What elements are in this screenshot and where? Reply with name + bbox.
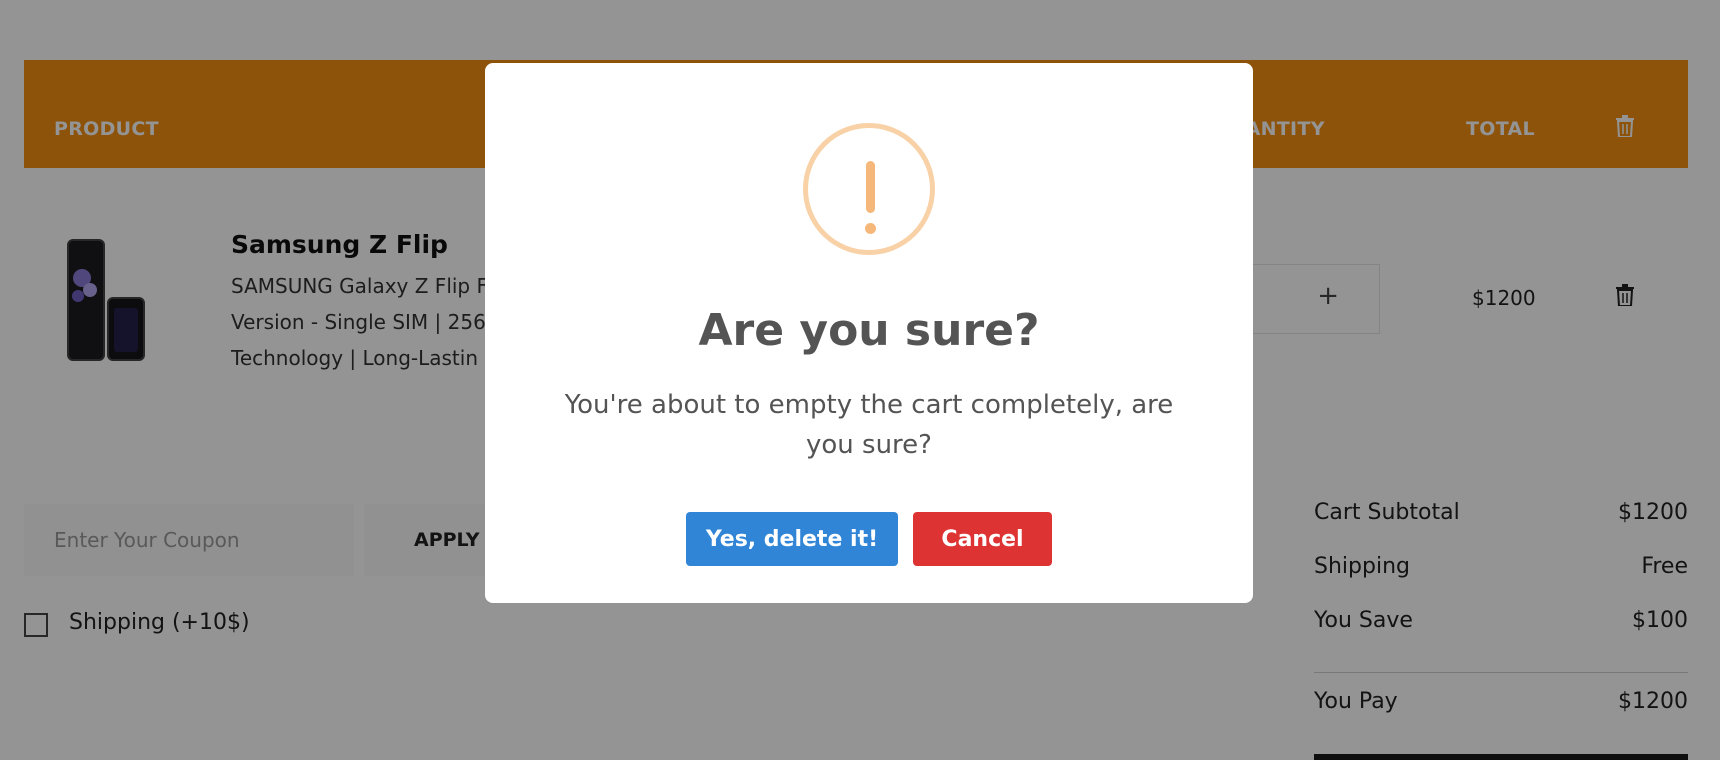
- warning-icon: [803, 123, 935, 255]
- warning-icon-dot: [865, 223, 876, 234]
- confirm-dialog: Are you sure? You're about to empty the …: [485, 63, 1253, 603]
- warning-icon-bar: [866, 161, 875, 213]
- dialog-title: Are you sure?: [698, 305, 1040, 356]
- dialog-message: You're about to empty the cart completel…: [564, 390, 1174, 460]
- cancel-button[interactable]: Cancel: [913, 512, 1052, 566]
- confirm-delete-button[interactable]: Yes, delete it!: [686, 512, 898, 566]
